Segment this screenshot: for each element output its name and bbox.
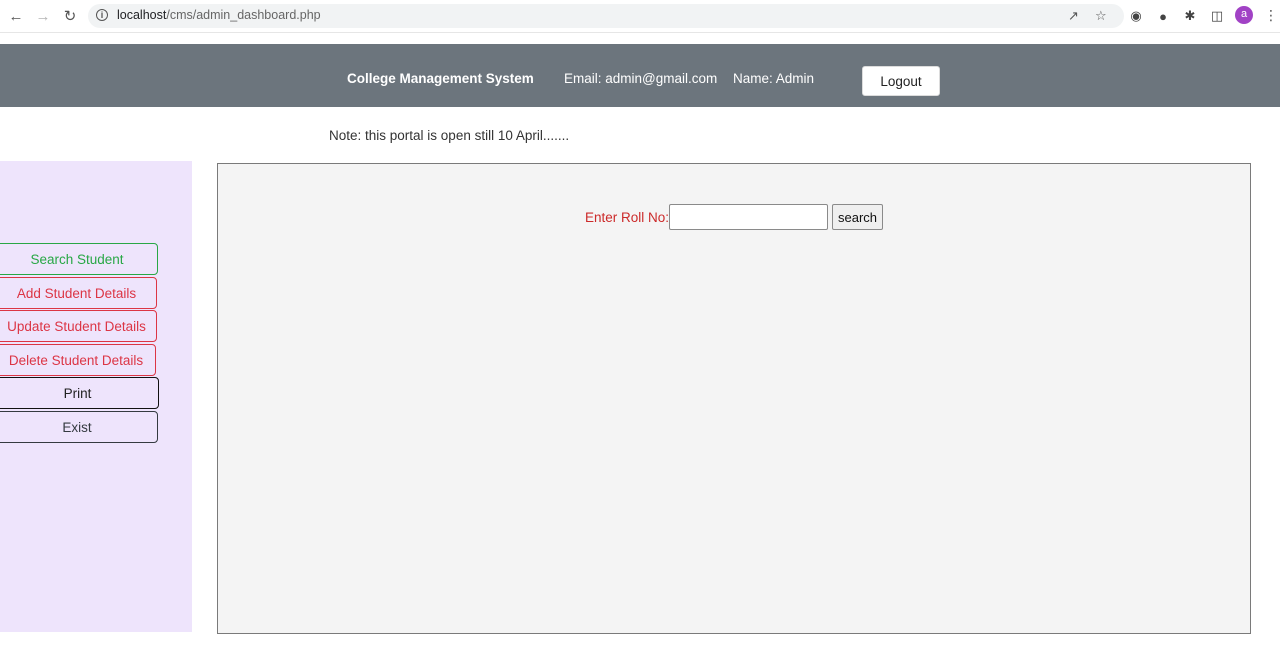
portal-note: Note: this portal is open still 10 April…: [329, 128, 570, 143]
app-header: College Management System Email: admin@g…: [0, 44, 1280, 107]
search-button[interactable]: search: [832, 204, 883, 230]
browser-toolbar: ← → ↻ i localhost/cms/admin_dashboard.ph…: [0, 0, 1280, 33]
site-info-icon[interactable]: i: [96, 9, 108, 21]
admin-name: Name: Admin: [733, 71, 815, 86]
forward-arrow-icon[interactable]: →: [33, 6, 53, 26]
back-arrow-icon[interactable]: ←: [6, 6, 26, 26]
address-bar[interactable]: i localhost/cms/admin_dashboard.php ↗ ☆: [88, 4, 1124, 28]
bookmark-star-icon[interactable]: ☆: [1095, 8, 1107, 24]
app-title: College Management System: [347, 71, 534, 86]
profile-avatar[interactable]: a: [1235, 6, 1253, 24]
reload-icon[interactable]: ↻: [60, 6, 80, 26]
sidebar: Search Student Add Student Details Updat…: [0, 161, 192, 632]
extensions-puzzle-icon[interactable]: ✱: [1181, 7, 1199, 25]
delete-student-details-button[interactable]: Delete Student Details: [0, 344, 156, 376]
extension-cookie-editor-icon[interactable]: ◉: [1127, 7, 1145, 25]
add-student-details-button[interactable]: Add Student Details: [0, 277, 157, 309]
search-student-button[interactable]: Search Student: [0, 243, 158, 275]
extension-cookie-icon[interactable]: ●: [1154, 7, 1172, 25]
url-text[interactable]: localhost/cms/admin_dashboard.php: [117, 8, 321, 22]
admin-email: Email: admin@gmail.com: [564, 71, 718, 86]
side-panel-icon[interactable]: ◫: [1208, 7, 1226, 25]
browser-menu-icon[interactable]: ⋮: [1264, 7, 1278, 24]
print-button[interactable]: Print: [0, 377, 159, 409]
share-icon[interactable]: ↗: [1068, 8, 1079, 24]
roll-no-label: Enter Roll No:: [585, 210, 670, 225]
roll-no-input[interactable]: [669, 204, 828, 230]
content-panel: Enter Roll No: search: [217, 163, 1251, 634]
logout-button[interactable]: Logout: [862, 66, 940, 96]
exist-button[interactable]: Exist: [0, 411, 158, 443]
update-student-details-button[interactable]: Update Student Details: [0, 310, 157, 342]
